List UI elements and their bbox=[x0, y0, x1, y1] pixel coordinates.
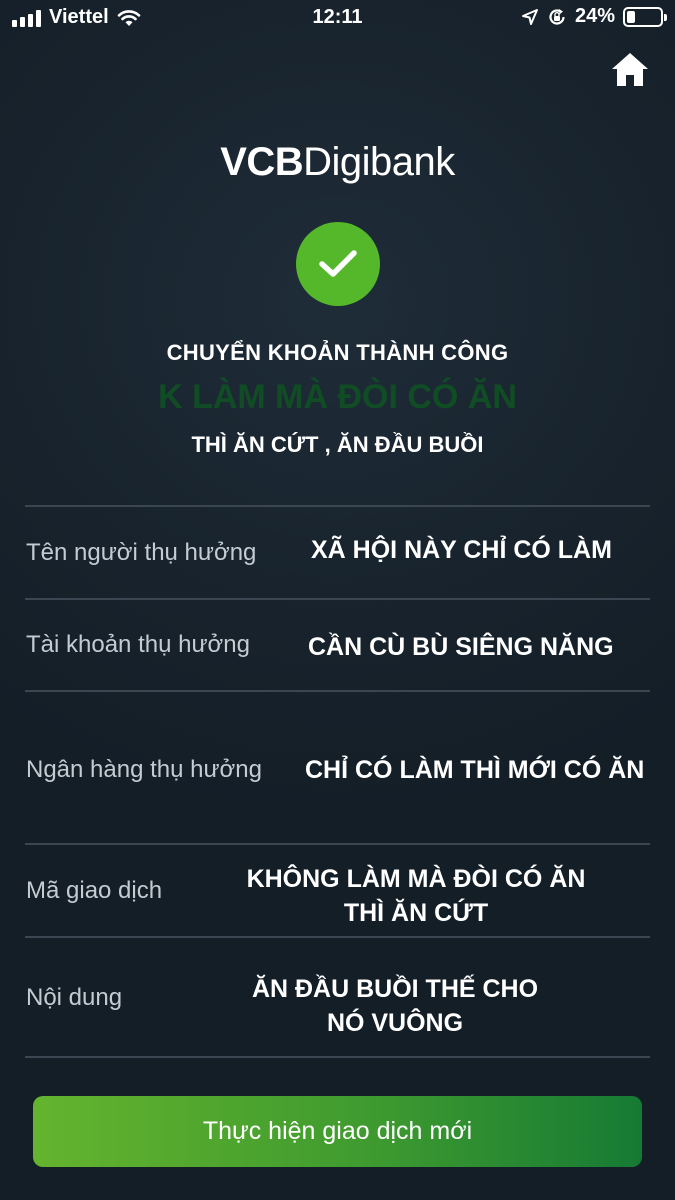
home-icon bbox=[612, 53, 648, 86]
transfer-success-screen: Viettel 12:11 24% VCBDigibank CHUYỂN KHO… bbox=[0, 0, 675, 1200]
transaction-code-value: KHÔNG LÀM MÀ ĐÒI CÓ ĂN THÌ ĂN CỨT bbox=[226, 862, 606, 930]
divider bbox=[25, 690, 650, 692]
battery-percent: 24% bbox=[574, 5, 615, 27]
beneficiary-bank-value: CHỈ CÓ LÀM THÌ MỚI CÓ ĂN bbox=[305, 756, 645, 784]
content-label: Nội dung bbox=[26, 984, 123, 1011]
content-line-2: NÓ VUÔNG bbox=[326, 1009, 464, 1037]
success-title: CHUYỂN KHOẢN THÀNH CÔNG bbox=[166, 340, 509, 365]
home-button[interactable] bbox=[609, 50, 651, 90]
brand-vcb: VCB bbox=[220, 140, 304, 184]
transaction-code-line-2: THÌ ĂN CỨT bbox=[343, 899, 489, 927]
status-bar: Viettel 12:11 24% bbox=[0, 0, 675, 36]
beneficiary-account-label: Tài khoản thụ hưởng bbox=[26, 631, 250, 658]
beneficiary-bank-label: Ngân hàng thụ hưởng bbox=[26, 756, 262, 783]
beneficiary-name-value: XÃ HỘI NÀY CHỈ CÓ LÀM bbox=[311, 536, 612, 564]
divider bbox=[25, 843, 650, 845]
battery-level bbox=[627, 10, 635, 23]
transfer-amount: K LÀM MÀ ĐÒI CÓ ĂN bbox=[158, 378, 517, 416]
location-arrow-icon bbox=[521, 8, 538, 25]
beneficiary-account-value: CẦN CÙ BÙ SIÊNG NĂNG bbox=[308, 633, 614, 661]
battery-icon bbox=[623, 6, 667, 27]
rotation-lock-icon bbox=[549, 8, 565, 25]
divider bbox=[25, 505, 650, 507]
content-value: ĂN ĐẦU BUỒI THẾ CHO NÓ VUÔNG bbox=[205, 972, 585, 1040]
status-right: 24% bbox=[521, 5, 667, 28]
transaction-code-line-1: KHÔNG LÀM MÀ ĐÒI CÓ ĂN bbox=[246, 865, 586, 893]
amount-in-words: THÌ ĂN CỨT , ĂN ĐẦU BUỒI bbox=[191, 432, 484, 457]
transaction-code-label: Mã giao dịch bbox=[26, 877, 163, 904]
content-line-1: ĂN ĐẦU BUỒI THẾ CHO bbox=[251, 975, 539, 1003]
brand-digibank: Digibank bbox=[303, 140, 455, 184]
divider bbox=[25, 598, 650, 600]
beneficiary-name-label: Tên người thụ hưởng bbox=[26, 539, 257, 566]
divider bbox=[25, 936, 650, 938]
success-check bbox=[296, 222, 380, 306]
brand-logo: VCBDigibank bbox=[0, 140, 675, 185]
checkmark-icon bbox=[319, 250, 357, 277]
new-transaction-button[interactable]: Thực hiện giao dịch mới bbox=[33, 1096, 642, 1167]
divider bbox=[25, 1056, 650, 1058]
